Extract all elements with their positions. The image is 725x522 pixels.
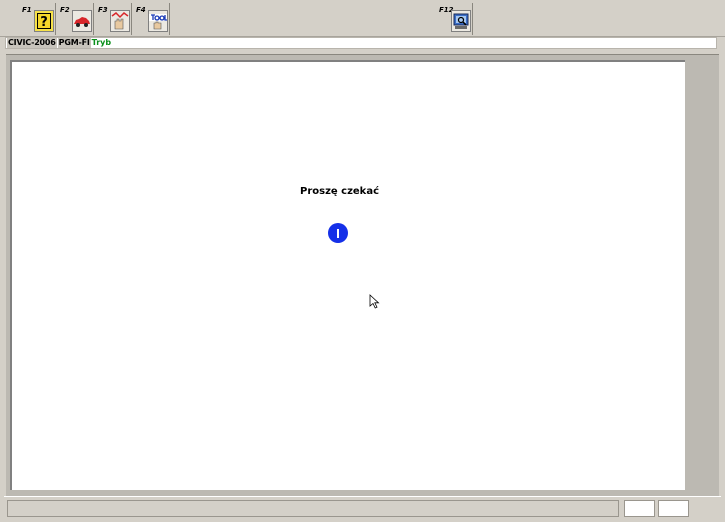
vehicle-info-line: CIVIC-2006 PGM-FI Tryb <box>5 37 717 49</box>
f3-key-label: F3 <box>98 6 108 14</box>
f12-monitor-button[interactable]: F12 <box>437 3 473 35</box>
diagnostic-hand-icon <box>110 10 130 32</box>
f1-help-button[interactable]: F1 ? <box>20 3 56 35</box>
f4-tool-button[interactable]: F4 <box>134 3 170 35</box>
toolbar: F1 ? F2 F3 F4 F12 <box>0 0 725 37</box>
status-bar-cell-2 <box>658 500 689 517</box>
mouse-cursor-icon <box>369 294 380 309</box>
svg-text:?: ? <box>40 15 48 29</box>
f2-key-label: F2 <box>60 6 70 14</box>
help-question-icon: ? <box>34 10 54 32</box>
loading-spinner-icon <box>328 223 348 243</box>
toolbar-separator <box>472 3 473 35</box>
toolbar-separator <box>55 3 56 35</box>
f3-diagnostic-button[interactable]: F3 <box>96 3 132 35</box>
vehicle-model-label: CIVIC-2006 <box>7 38 57 48</box>
f2-vehicle-button[interactable]: F2 <box>58 3 94 35</box>
f1-key-label: F1 <box>22 6 32 14</box>
car-icon <box>72 10 92 32</box>
status-bar <box>4 496 721 520</box>
system-label: PGM-FI <box>57 38 91 48</box>
spinner-needle <box>337 229 339 238</box>
tool-icon <box>148 10 168 32</box>
monitor-search-icon <box>451 10 471 32</box>
please-wait-message: Proszę czekać <box>299 186 380 197</box>
status-bar-cell-1 <box>624 500 655 517</box>
toolbar-separator <box>131 3 132 35</box>
f4-key-label: F4 <box>136 6 146 14</box>
toolbar-separator <box>169 3 170 35</box>
mode-label: Tryb <box>91 38 112 47</box>
toolbar-separator <box>93 3 94 35</box>
main-content-panel: Proszę czekać <box>10 60 685 490</box>
status-bar-main-pane <box>7 500 619 517</box>
